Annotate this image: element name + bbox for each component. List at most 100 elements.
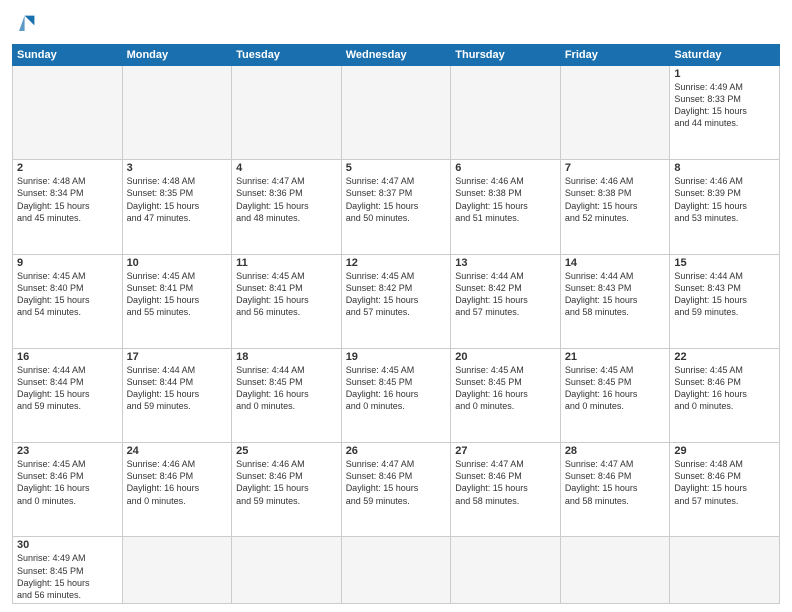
day-info: Sunrise: 4:46 AM Sunset: 8:46 PM Dayligh…	[127, 458, 228, 507]
day-number: 23	[17, 445, 118, 457]
day-number: 15	[674, 257, 775, 269]
day-info: Sunrise: 4:47 AM Sunset: 8:37 PM Dayligh…	[346, 175, 447, 224]
day-number: 10	[127, 257, 228, 269]
logo-icon	[12, 10, 40, 38]
table-row: 7Sunrise: 4:46 AM Sunset: 8:38 PM Daylig…	[560, 160, 670, 254]
day-number: 18	[236, 351, 337, 363]
day-info: Sunrise: 4:45 AM Sunset: 8:45 PM Dayligh…	[455, 364, 556, 413]
table-row	[341, 66, 451, 160]
day-number: 21	[565, 351, 666, 363]
day-info: Sunrise: 4:48 AM Sunset: 8:35 PM Dayligh…	[127, 175, 228, 224]
table-row	[232, 66, 342, 160]
table-row	[341, 537, 451, 604]
table-row	[560, 537, 670, 604]
table-row: 11Sunrise: 4:45 AM Sunset: 8:41 PM Dayli…	[232, 254, 342, 348]
day-info: Sunrise: 4:44 AM Sunset: 8:44 PM Dayligh…	[17, 364, 118, 413]
table-row: 9Sunrise: 4:45 AM Sunset: 8:40 PM Daylig…	[13, 254, 123, 348]
day-info: Sunrise: 4:49 AM Sunset: 8:33 PM Dayligh…	[674, 81, 775, 130]
day-info: Sunrise: 4:46 AM Sunset: 8:46 PM Dayligh…	[236, 458, 337, 507]
day-info: Sunrise: 4:45 AM Sunset: 8:41 PM Dayligh…	[127, 270, 228, 319]
table-row	[122, 537, 232, 604]
table-row: 8Sunrise: 4:46 AM Sunset: 8:39 PM Daylig…	[670, 160, 780, 254]
day-info: Sunrise: 4:47 AM Sunset: 8:46 PM Dayligh…	[565, 458, 666, 507]
day-number: 29	[674, 445, 775, 457]
table-row: 15Sunrise: 4:44 AM Sunset: 8:43 PM Dayli…	[670, 254, 780, 348]
week-row-3: 9Sunrise: 4:45 AM Sunset: 8:40 PM Daylig…	[13, 254, 780, 348]
day-info: Sunrise: 4:49 AM Sunset: 8:45 PM Dayligh…	[17, 552, 118, 601]
day-info: Sunrise: 4:48 AM Sunset: 8:46 PM Dayligh…	[674, 458, 775, 507]
day-number: 17	[127, 351, 228, 363]
table-row	[670, 537, 780, 604]
day-info: Sunrise: 4:47 AM Sunset: 8:46 PM Dayligh…	[455, 458, 556, 507]
day-number: 25	[236, 445, 337, 457]
week-row-4: 16Sunrise: 4:44 AM Sunset: 8:44 PM Dayli…	[13, 348, 780, 442]
day-number: 7	[565, 162, 666, 174]
table-row: 3Sunrise: 4:48 AM Sunset: 8:35 PM Daylig…	[122, 160, 232, 254]
table-row: 14Sunrise: 4:44 AM Sunset: 8:43 PM Dayli…	[560, 254, 670, 348]
day-info: Sunrise: 4:44 AM Sunset: 8:43 PM Dayligh…	[565, 270, 666, 319]
day-number: 6	[455, 162, 556, 174]
day-info: Sunrise: 4:46 AM Sunset: 8:39 PM Dayligh…	[674, 175, 775, 224]
day-number: 19	[346, 351, 447, 363]
day-info: Sunrise: 4:45 AM Sunset: 8:45 PM Dayligh…	[346, 364, 447, 413]
day-info: Sunrise: 4:46 AM Sunset: 8:38 PM Dayligh…	[565, 175, 666, 224]
table-row: 12Sunrise: 4:45 AM Sunset: 8:42 PM Dayli…	[341, 254, 451, 348]
weekday-header-tuesday: Tuesday	[232, 45, 342, 66]
day-number: 24	[127, 445, 228, 457]
week-row-1: 1Sunrise: 4:49 AM Sunset: 8:33 PM Daylig…	[13, 66, 780, 160]
weekday-header-thursday: Thursday	[451, 45, 561, 66]
day-info: Sunrise: 4:44 AM Sunset: 8:42 PM Dayligh…	[455, 270, 556, 319]
day-number: 27	[455, 445, 556, 457]
day-info: Sunrise: 4:45 AM Sunset: 8:40 PM Dayligh…	[17, 270, 118, 319]
day-info: Sunrise: 4:47 AM Sunset: 8:36 PM Dayligh…	[236, 175, 337, 224]
table-row: 30Sunrise: 4:49 AM Sunset: 8:45 PM Dayli…	[13, 537, 123, 604]
day-number: 26	[346, 445, 447, 457]
day-number: 14	[565, 257, 666, 269]
week-row-2: 2Sunrise: 4:48 AM Sunset: 8:34 PM Daylig…	[13, 160, 780, 254]
table-row: 6Sunrise: 4:46 AM Sunset: 8:38 PM Daylig…	[451, 160, 561, 254]
day-number: 9	[17, 257, 118, 269]
table-row	[232, 537, 342, 604]
table-row: 18Sunrise: 4:44 AM Sunset: 8:45 PM Dayli…	[232, 348, 342, 442]
table-row: 20Sunrise: 4:45 AM Sunset: 8:45 PM Dayli…	[451, 348, 561, 442]
page: SundayMondayTuesdayWednesdayThursdayFrid…	[0, 0, 792, 612]
table-row: 19Sunrise: 4:45 AM Sunset: 8:45 PM Dayli…	[341, 348, 451, 442]
table-row	[13, 66, 123, 160]
table-row: 4Sunrise: 4:47 AM Sunset: 8:36 PM Daylig…	[232, 160, 342, 254]
table-row: 2Sunrise: 4:48 AM Sunset: 8:34 PM Daylig…	[13, 160, 123, 254]
day-number: 22	[674, 351, 775, 363]
day-info: Sunrise: 4:44 AM Sunset: 8:44 PM Dayligh…	[127, 364, 228, 413]
table-row: 29Sunrise: 4:48 AM Sunset: 8:46 PM Dayli…	[670, 443, 780, 537]
day-number: 11	[236, 257, 337, 269]
table-row: 23Sunrise: 4:45 AM Sunset: 8:46 PM Dayli…	[13, 443, 123, 537]
day-number: 20	[455, 351, 556, 363]
day-number: 5	[346, 162, 447, 174]
table-row: 21Sunrise: 4:45 AM Sunset: 8:45 PM Dayli…	[560, 348, 670, 442]
day-info: Sunrise: 4:46 AM Sunset: 8:38 PM Dayligh…	[455, 175, 556, 224]
weekday-header-saturday: Saturday	[670, 45, 780, 66]
table-row	[122, 66, 232, 160]
day-number: 3	[127, 162, 228, 174]
table-row: 5Sunrise: 4:47 AM Sunset: 8:37 PM Daylig…	[341, 160, 451, 254]
day-number: 1	[674, 68, 775, 80]
weekday-header-sunday: Sunday	[13, 45, 123, 66]
table-row: 27Sunrise: 4:47 AM Sunset: 8:46 PM Dayli…	[451, 443, 561, 537]
table-row	[560, 66, 670, 160]
day-number: 13	[455, 257, 556, 269]
day-info: Sunrise: 4:45 AM Sunset: 8:41 PM Dayligh…	[236, 270, 337, 319]
week-row-5: 23Sunrise: 4:45 AM Sunset: 8:46 PM Dayli…	[13, 443, 780, 537]
table-row: 28Sunrise: 4:47 AM Sunset: 8:46 PM Dayli…	[560, 443, 670, 537]
day-number: 16	[17, 351, 118, 363]
day-info: Sunrise: 4:45 AM Sunset: 8:46 PM Dayligh…	[674, 364, 775, 413]
day-number: 2	[17, 162, 118, 174]
table-row: 26Sunrise: 4:47 AM Sunset: 8:46 PM Dayli…	[341, 443, 451, 537]
day-info: Sunrise: 4:45 AM Sunset: 8:45 PM Dayligh…	[565, 364, 666, 413]
table-row: 22Sunrise: 4:45 AM Sunset: 8:46 PM Dayli…	[670, 348, 780, 442]
weekday-header-row: SundayMondayTuesdayWednesdayThursdayFrid…	[13, 45, 780, 66]
table-row: 10Sunrise: 4:45 AM Sunset: 8:41 PM Dayli…	[122, 254, 232, 348]
calendar-table: SundayMondayTuesdayWednesdayThursdayFrid…	[12, 44, 780, 604]
table-row: 1Sunrise: 4:49 AM Sunset: 8:33 PM Daylig…	[670, 66, 780, 160]
day-number: 8	[674, 162, 775, 174]
table-row: 17Sunrise: 4:44 AM Sunset: 8:44 PM Dayli…	[122, 348, 232, 442]
logo	[12, 10, 44, 38]
